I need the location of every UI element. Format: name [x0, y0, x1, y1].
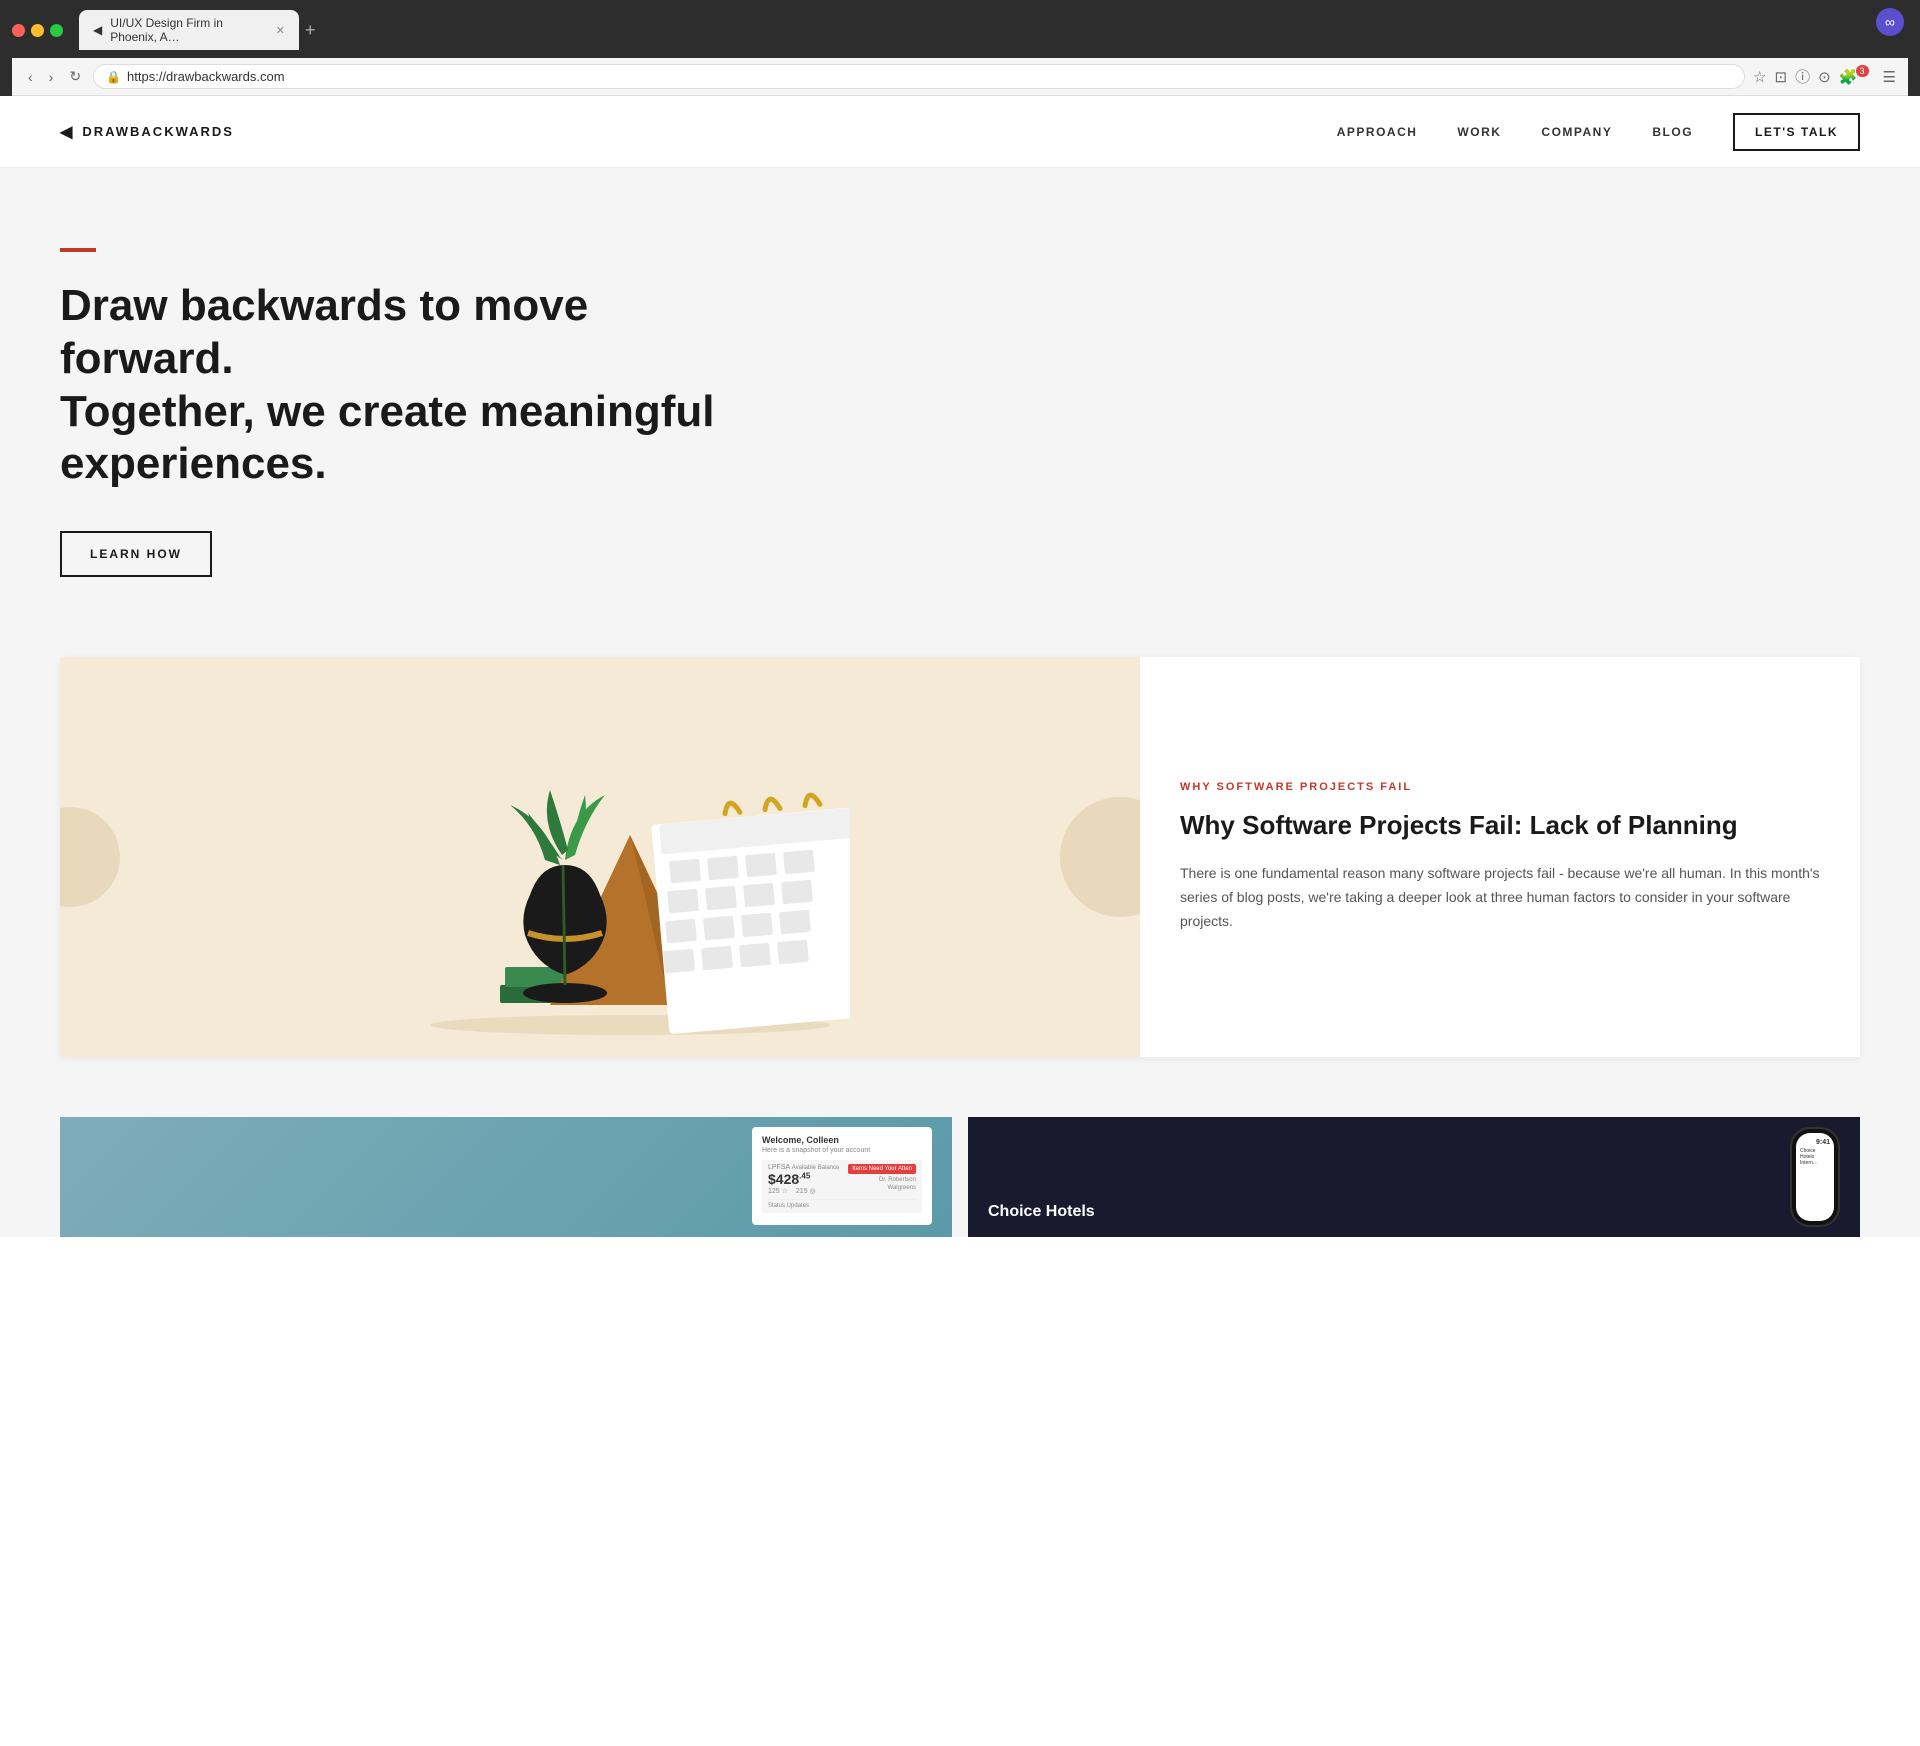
dashboard-item1: Dr. Robertson — [848, 1177, 916, 1183]
blog-illustration — [350, 665, 850, 1045]
nav-links: APPROACH WORK COMPANY BLOG LET'S TALK — [1337, 113, 1860, 151]
extensions-badge: 3 — [1856, 65, 1869, 77]
profile-avatar[interactable]: ∞ — [1876, 8, 1904, 36]
hero-accent-bar — [60, 248, 96, 252]
featured-content: WHY SOFTWARE PROJECTS FAIL Why Software … — [1140, 657, 1860, 1057]
pocket-icon[interactable]: ⊡ — [1775, 68, 1788, 86]
portfolio-section: Welcome, Colleen Here is a snapshot of y… — [0, 1097, 1920, 1237]
minimize-button[interactable] — [31, 24, 44, 37]
website-content: ◀ DRAWBACKWARDS APPROACH WORK COMPANY BL… — [0, 96, 1920, 1237]
info-icon[interactable]: ⓘ — [1795, 66, 1810, 87]
browser-toolbar: ‹ › ↻ 🔒 https://drawbackwards.com ☆ ⊡ ⓘ … — [12, 58, 1908, 96]
phone-app-name: Choice Hotels Intern… — [1800, 1148, 1830, 1166]
dashboard-preview: Welcome, Colleen Here is a snapshot of y… — [752, 1127, 932, 1225]
address-bar[interactable]: 🔒 https://drawbackwards.com — [93, 64, 1745, 89]
extensions-icon[interactable]: 🧩 3 — [1839, 68, 1875, 86]
fullscreen-button[interactable] — [50, 24, 63, 37]
dashboard-item2: Walgreens — [848, 1185, 916, 1191]
refresh-button[interactable]: ↻ — [65, 66, 85, 87]
learn-how-button[interactable]: LEARN HOW — [60, 531, 212, 577]
featured-title: Why Software Projects Fail: Lack of Plan… — [1180, 809, 1820, 843]
close-button[interactable] — [12, 24, 25, 37]
dashboard-stats: 125 ☆ 215 ◎ — [768, 1187, 839, 1195]
dashboard-amount: $428.45 — [768, 1171, 839, 1187]
nav-blog[interactable]: BLOG — [1652, 125, 1693, 139]
featured-description: There is one fundamental reason many sof… — [1180, 862, 1820, 933]
nav-approach[interactable]: APPROACH — [1337, 125, 1418, 139]
tab-title: UI/UX Design Firm in Phoenix, A… — [110, 16, 268, 44]
dashboard-welcome: Welcome, Colleen — [762, 1135, 922, 1145]
browser-titlebar: ◀ UI/UX Design Firm in Phoenix, A… ✕ + ∞ — [12, 10, 1908, 50]
illustration-container — [350, 665, 850, 1050]
phone-time: 9:41 — [1800, 1139, 1830, 1146]
logo-icon: ◀ — [60, 122, 74, 142]
new-tab-button[interactable]: + — [305, 20, 316, 41]
dashboard-status: Status Updates — [768, 1199, 916, 1209]
nav-company[interactable]: COMPANY — [1541, 125, 1612, 139]
featured-category: WHY SOFTWARE PROJECTS FAIL — [1180, 781, 1820, 793]
star-icon[interactable]: ☆ — [1753, 68, 1766, 86]
dashboard-alert: Items Need Your Atten — [848, 1164, 916, 1174]
active-tab[interactable]: ◀ UI/UX Design Firm in Phoenix, A… ✕ — [79, 10, 299, 50]
lets-talk-button[interactable]: LET'S TALK — [1733, 113, 1860, 151]
tab-close-icon[interactable]: ✕ — [276, 24, 285, 37]
featured-image — [60, 657, 1140, 1057]
dashboard-balance-section: LPFSA Available Balance $428.45 125 ☆ 21… — [762, 1160, 922, 1213]
logo-text: DRAWBACKWARDS — [82, 124, 234, 139]
nav-work[interactable]: WORK — [1457, 125, 1501, 139]
featured-card: WHY SOFTWARE PROJECTS FAIL Why Software … — [60, 657, 1860, 1057]
toolbar-actions: ☆ ⊡ ⓘ ⊙ 🧩 3 ☰ — [1753, 66, 1896, 87]
phone-screen: 9:41 Choice Hotels Intern… — [1796, 1133, 1834, 1221]
featured-section: WHY SOFTWARE PROJECTS FAIL Why Software … — [0, 637, 1920, 1097]
traffic-lights — [12, 24, 63, 37]
profile-icon[interactable]: ⊙ — [1818, 68, 1831, 86]
hero-section: Draw backwards to move forward. Together… — [0, 168, 1920, 637]
hero-title: Draw backwards to move forward. Together… — [60, 280, 760, 491]
logo[interactable]: ◀ DRAWBACKWARDS — [60, 122, 234, 142]
menu-icon[interactable]: ☰ — [1883, 68, 1896, 86]
phone-frame: 9:41 Choice Hotels Intern… — [1790, 1127, 1840, 1227]
tab-favicon: ◀ — [93, 23, 102, 37]
back-button[interactable]: ‹ — [24, 67, 37, 87]
phone-preview: 9:41 Choice Hotels Intern… — [1790, 1117, 1840, 1237]
main-nav: ◀ DRAWBACKWARDS APPROACH WORK COMPANY BL… — [0, 96, 1920, 168]
portfolio-label-choice: Choice Hotels — [988, 1203, 1095, 1221]
forward-button[interactable]: › — [45, 67, 58, 87]
dashboard-subtitle: Here is a snapshot of your account — [762, 1147, 922, 1154]
tab-bar: ◀ UI/UX Design Firm in Phoenix, A… ✕ + — [79, 10, 1908, 50]
lock-icon: 🔒 — [106, 70, 121, 84]
portfolio-item-choice-hotels[interactable]: Choice Hotels 9:41 Choice Hotels Intern… — [968, 1117, 1860, 1237]
dashboard-brand: LPFSA Available Balance — [768, 1164, 839, 1171]
portfolio-item-lpfsa[interactable]: Welcome, Colleen Here is a snapshot of y… — [60, 1117, 952, 1237]
url-text: https://drawbackwards.com — [127, 69, 285, 84]
browser-chrome: ◀ UI/UX Design Firm in Phoenix, A… ✕ + ∞… — [0, 0, 1920, 96]
